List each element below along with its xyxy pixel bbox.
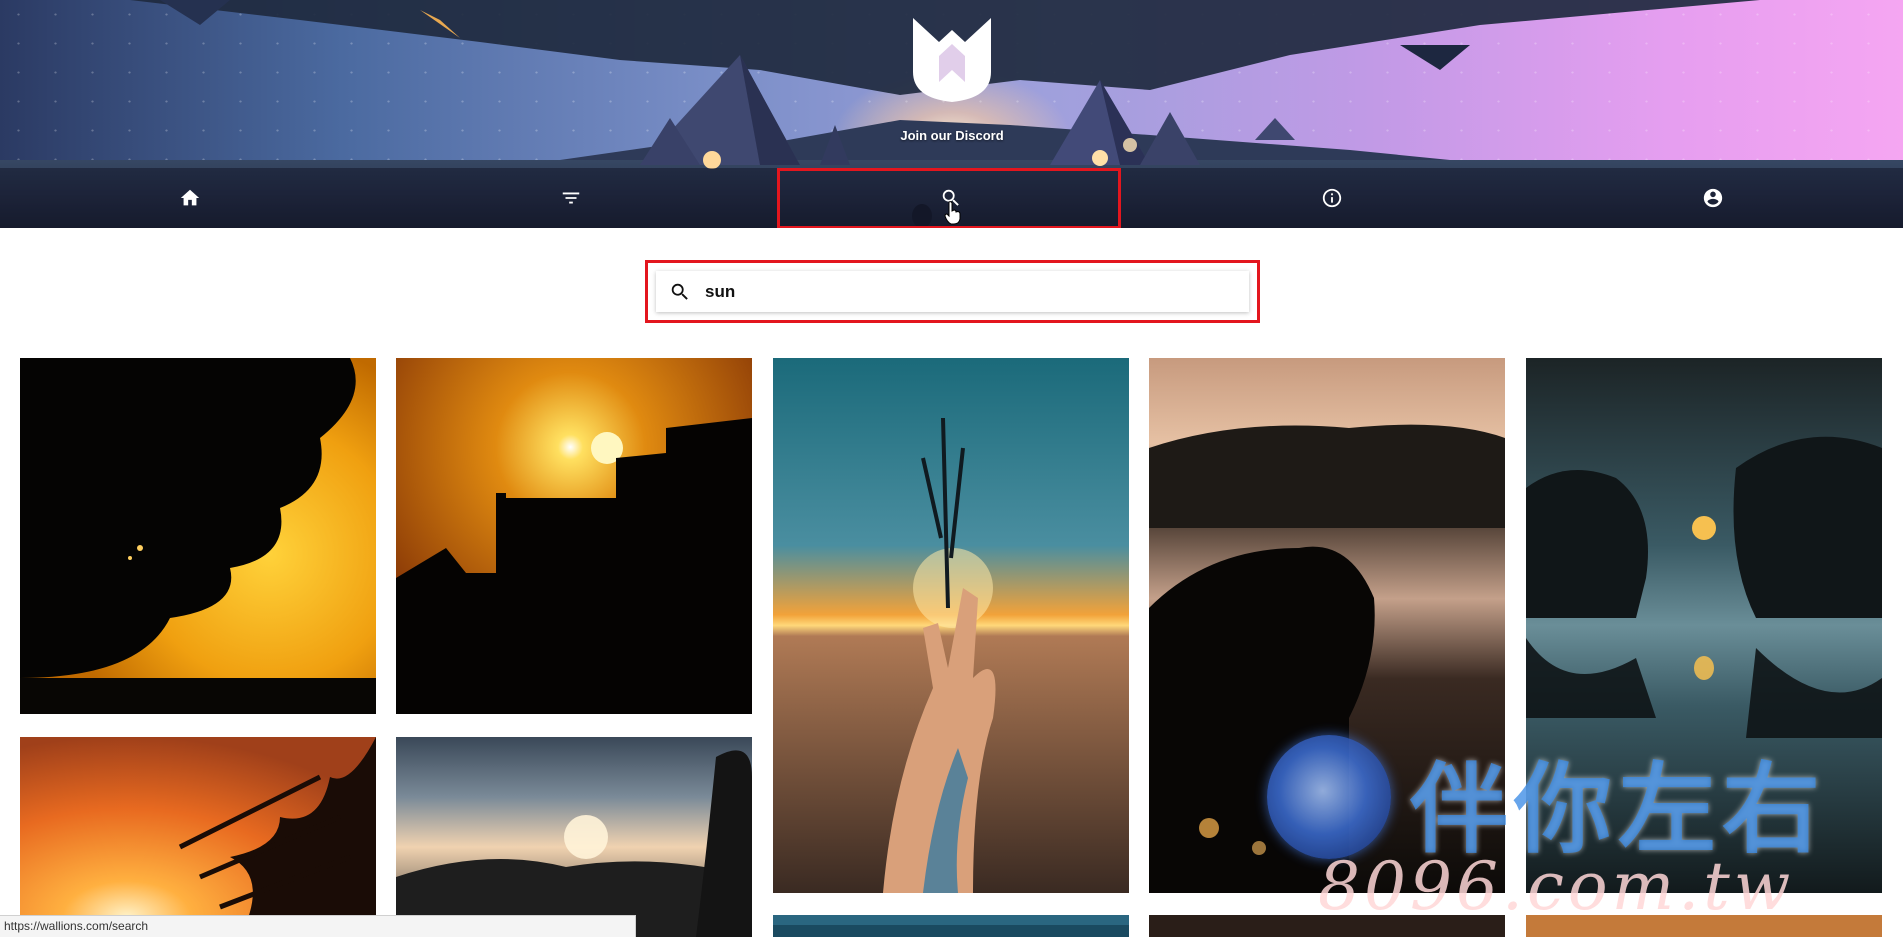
watermark-globe-icon (1267, 735, 1391, 859)
search-box (656, 271, 1249, 312)
site-logo[interactable] (909, 12, 995, 104)
search-box-highlight (645, 260, 1260, 323)
nav-filter[interactable] (381, 168, 762, 228)
wallpaper-thumbnail (396, 737, 752, 937)
gallery-image[interactable] (773, 358, 1129, 893)
search-input[interactable] (703, 280, 1207, 303)
search-icon (671, 283, 688, 300)
filter-icon (562, 192, 580, 204)
nav-home[interactable] (0, 168, 381, 228)
gallery-image[interactable] (396, 358, 752, 714)
hand-cursor-icon (944, 201, 961, 225)
wallpaper-thumbnail (773, 915, 1129, 937)
gallery-image[interactable] (20, 358, 376, 714)
gallery-image[interactable] (20, 737, 376, 937)
browser-status-bar: https://wallions.com/search (0, 915, 636, 937)
wallpaper-thumbnail (20, 358, 376, 714)
watermark-url: 8096.com.tw (1318, 848, 1795, 925)
wallpaper-thumbnail (773, 358, 1129, 893)
wallpaper-thumbnail (396, 358, 752, 714)
gallery-image[interactable] (396, 737, 752, 937)
gallery-image[interactable] (773, 915, 1129, 937)
wallpaper-thumbnail (20, 737, 376, 937)
account-circle-icon (1703, 188, 1722, 208)
discord-link[interactable]: Join our Discord (852, 128, 1052, 143)
header-banner: Join our Discord (0, 0, 1903, 228)
nav-account[interactable] (1522, 168, 1903, 228)
home-icon (181, 189, 200, 206)
nav-info[interactable] (1142, 168, 1523, 228)
info-icon (1322, 188, 1342, 208)
